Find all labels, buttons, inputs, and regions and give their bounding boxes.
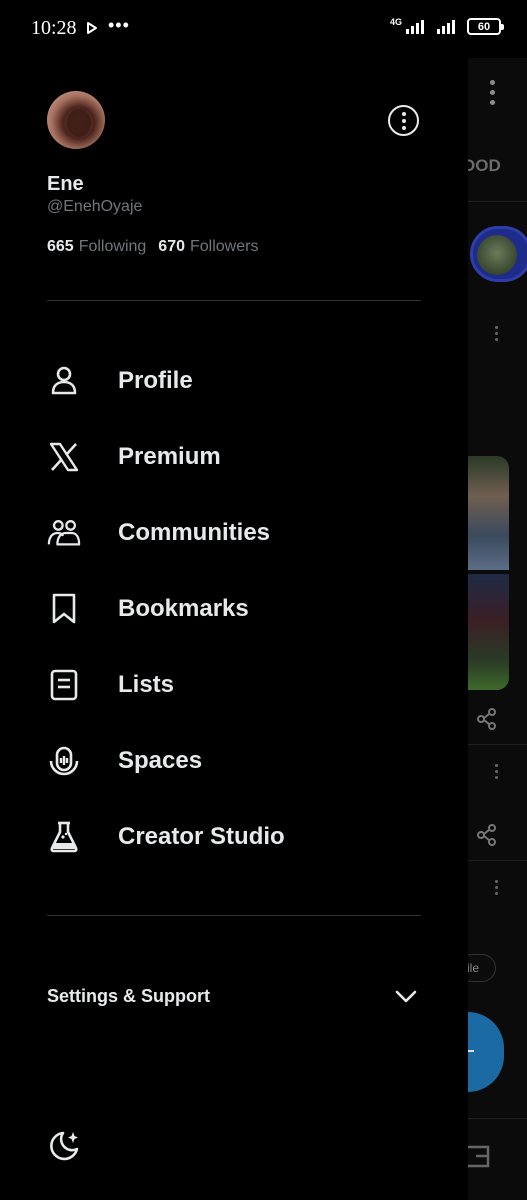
spaces-icon [47,744,81,778]
share-icon[interactable] [476,824,498,846]
follow-stats: 665 Following 670 Followers [47,238,258,256]
menu-label: Spaces [118,747,203,774]
person-icon [47,364,81,398]
menu-item-profile[interactable]: Profile [0,343,468,419]
menu-label: Creator Studio [118,823,285,850]
user-handle: @EnehOyaje [47,198,143,215]
menu-label: Communities [118,519,271,546]
feed-divider [468,201,527,202]
share-icon[interactable] [476,708,498,730]
avatar[interactable] [47,91,105,149]
menu-item-creator-studio[interactable]: Creator Studio [0,799,468,875]
feed-divider [468,860,527,861]
menu-item-communities[interactable]: Communities [0,495,468,571]
messages-icon[interactable] [468,1144,492,1170]
menu-item-bookmarks[interactable]: Bookmarks [0,571,468,647]
menu-item-premium[interactable]: Premium [0,419,468,495]
menu-item-spaces[interactable]: Spaces [0,723,468,799]
network-type: 4G [389,16,402,27]
battery-icon: 60 [467,18,504,35]
followers-link[interactable]: 670 Followers [158,238,258,256]
post-more-icon[interactable] [495,764,498,782]
media-play-icon [87,22,97,34]
signal-icon-2 [437,19,455,34]
divider [47,300,421,301]
status-bar: 10:28 ••• 4G 60 [0,0,527,58]
settings-support-toggle[interactable]: Settings & Support [0,976,468,1016]
battery-level: 60 [477,20,491,33]
menu-label: Premium [118,443,221,470]
moon-sparkle-icon[interactable] [46,1128,82,1164]
list-icon [47,668,81,702]
status-indicators: 4G 60 [389,16,504,35]
settings-support-label: Settings & Support [47,986,210,1006]
overflow-menu-icon[interactable] [490,80,495,110]
feed-divider [468,744,527,745]
navigation-drawer: Ene @EnehOyaje 665 Following 670 Followers… [0,58,468,1200]
chevron-down-icon [395,990,417,1003]
following-label: Following [78,238,147,255]
divider [47,915,421,916]
feed-space-avatar[interactable] [470,226,527,282]
following-link[interactable]: 665 Following [47,238,146,256]
menu-label: Bookmarks [118,595,249,622]
post-image[interactable] [468,574,509,690]
signal-icon [406,19,424,34]
post-more-icon[interactable] [495,326,498,344]
followers-label: Followers [190,238,259,255]
more-accounts-button[interactable] [388,105,419,136]
feed-pill-button[interactable]: ile [468,954,496,982]
background-feed: OOD ile [468,58,527,1200]
feed-fab[interactable] [468,1012,504,1092]
bookmark-icon [47,592,81,626]
feed-tab-fragment[interactable]: OOD [468,156,501,176]
communities-icon [47,516,81,550]
display-name[interactable]: Ene [47,173,84,196]
status-time: 10:28 [31,17,77,39]
notification-dots: ••• [108,15,130,35]
following-count: 665 [47,238,74,255]
x-logo-icon [47,440,81,474]
feed-divider [468,1118,527,1119]
flask-icon [47,820,81,854]
drawer-menu: Profile Premium Communities Bookmarks Li… [0,343,468,875]
menu-label: Profile [118,367,193,394]
post-more-icon[interactable] [495,880,498,898]
menu-label: Lists [118,671,175,698]
followers-count: 670 [158,238,185,255]
post-image[interactable] [468,456,509,570]
menu-item-lists[interactable]: Lists [0,647,468,723]
